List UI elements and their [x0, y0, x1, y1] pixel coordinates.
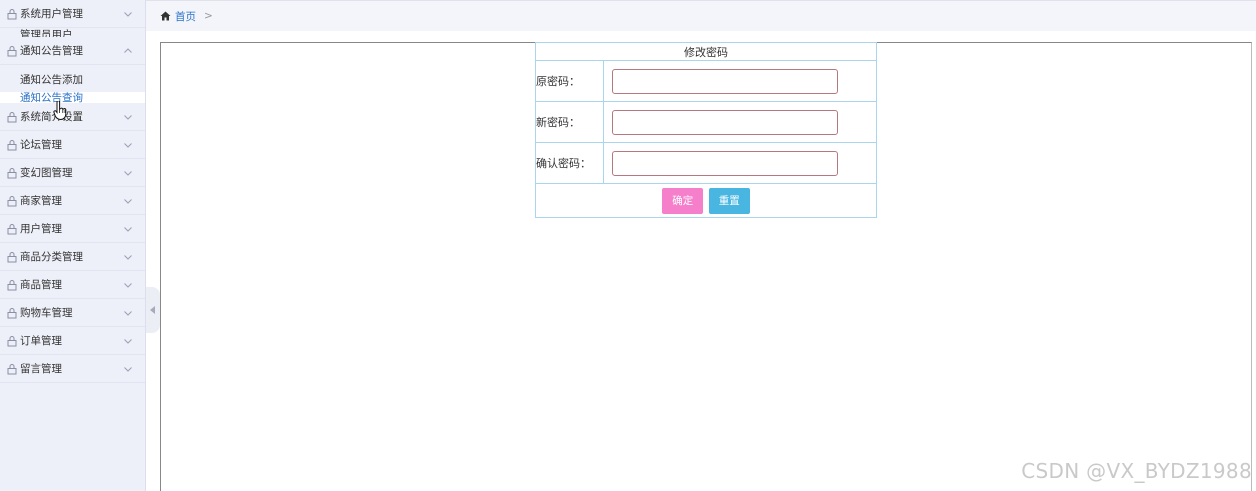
old-password-input[interactable] — [612, 68, 838, 94]
lock-icon — [7, 45, 17, 56]
lock-icon — [7, 251, 17, 262]
chevron-up-icon — [124, 47, 132, 53]
lock-icon — [7, 8, 17, 19]
chevron-down-icon — [124, 114, 132, 120]
chevron-down-icon — [124, 366, 132, 372]
menu-group-notices: 通知公告管理 通知公告添加 通知公告查询 — [0, 37, 145, 103]
chevron-down-icon — [124, 170, 132, 176]
lock-icon — [7, 167, 17, 178]
submenu-item-notice-query[interactable]: 通知公告查询 — [0, 92, 145, 103]
menu-head-merchants[interactable]: 商家管理 — [0, 187, 145, 215]
lock-icon — [7, 195, 17, 206]
menu-head-notices[interactable]: 通知公告管理 — [0, 37, 145, 65]
menu-label: 论坛管理 — [20, 139, 62, 151]
menu-group-cart: 购物车管理 — [0, 299, 145, 327]
menu-head-orders[interactable]: 订单管理 — [0, 327, 145, 355]
menu-head-products[interactable]: 商品管理 — [0, 271, 145, 299]
menu-head-users[interactable]: 用户管理 — [0, 215, 145, 243]
sidebar-collapse-toggle[interactable] — [146, 287, 160, 333]
menu-head-system-users[interactable]: 系统用户管理 — [0, 0, 145, 28]
chevron-down-icon — [124, 338, 132, 344]
change-password-form: 修改密码 原密码： 新密码： 确认密码： 确定 重置 — [535, 42, 877, 218]
menu-label: 系统简介设置 — [20, 111, 83, 123]
reset-button[interactable]: 重置 — [708, 187, 750, 214]
caret-left-icon — [150, 306, 155, 314]
menu-head-cart[interactable]: 购物车管理 — [0, 299, 145, 327]
new-password-label: 新密码： — [535, 101, 604, 143]
menu-group-merchants: 商家管理 — [0, 187, 145, 215]
menu-group-orders: 订单管理 — [0, 327, 145, 355]
lock-icon — [7, 139, 17, 150]
chevron-down-icon — [124, 254, 132, 260]
sidebar: 系统用户管理 管理员用户 通知公告管理 通知公告添加 通知公告查询 系统简介设置… — [0, 0, 146, 491]
lock-icon — [7, 363, 17, 374]
chevron-down-icon — [124, 226, 132, 232]
menu-label: 留言管理 — [20, 363, 62, 375]
new-password-input[interactable] — [612, 109, 838, 135]
confirm-password-input[interactable] — [612, 150, 838, 176]
menu-group-system-users: 系统用户管理 管理员用户 — [0, 0, 145, 37]
menu-label: 购物车管理 — [20, 307, 73, 319]
submit-button[interactable]: 确定 — [662, 187, 704, 214]
chevron-down-icon — [124, 198, 132, 204]
menu-group-categories: 商品分类管理 — [0, 243, 145, 271]
confirm-password-label: 确认密码： — [535, 142, 604, 184]
chevron-down-icon — [124, 282, 132, 288]
breadcrumb-home-link[interactable]: 首页 — [175, 9, 196, 24]
submenu-item-admin-users[interactable]: 管理员用户 — [0, 28, 145, 37]
chevron-down-icon — [124, 142, 132, 148]
menu-group-carousel: 变幻图管理 — [0, 159, 145, 187]
menu-head-forum[interactable]: 论坛管理 — [0, 131, 145, 159]
menu-group-users: 用户管理 — [0, 215, 145, 243]
menu-head-carousel[interactable]: 变幻图管理 — [0, 159, 145, 187]
menu-head-messages[interactable]: 留言管理 — [0, 355, 145, 383]
form-title: 修改密码 — [535, 42, 877, 61]
menu-group-messages: 留言管理 — [0, 355, 145, 383]
old-password-label: 原密码： — [535, 60, 604, 102]
menu-label: 订单管理 — [20, 335, 62, 347]
lock-icon — [7, 223, 17, 234]
menu-label: 系统用户管理 — [20, 8, 83, 20]
hand-cursor-icon — [53, 101, 67, 121]
breadcrumb-separator: > — [204, 10, 213, 22]
menu-group-forum: 论坛管理 — [0, 131, 145, 159]
watermark: CSDN @VX_BYDZ1988 — [1021, 459, 1252, 483]
submenu-item-notice-add[interactable]: 通知公告添加 — [0, 67, 145, 92]
menu-label: 用户管理 — [20, 223, 62, 235]
menu-group-products: 商品管理 — [0, 271, 145, 299]
menu-label: 商品分类管理 — [20, 251, 83, 263]
menu-label: 商家管理 — [20, 195, 62, 207]
lock-icon — [7, 111, 17, 122]
menu-label: 商品管理 — [20, 279, 62, 291]
breadcrumb: 首页 > — [146, 0, 1256, 31]
menu-head-categories[interactable]: 商品分类管理 — [0, 243, 145, 271]
menu-label: 变幻图管理 — [20, 167, 73, 179]
chevron-down-icon — [124, 11, 132, 17]
lock-icon — [7, 335, 17, 346]
chevron-down-icon — [124, 310, 132, 316]
menu-label: 通知公告管理 — [20, 45, 83, 57]
menu-group-intro: 系统简介设置 — [0, 103, 145, 131]
lock-icon — [7, 307, 17, 318]
menu-head-intro[interactable]: 系统简介设置 — [0, 103, 145, 131]
lock-icon — [7, 279, 17, 290]
home-icon — [160, 11, 171, 21]
